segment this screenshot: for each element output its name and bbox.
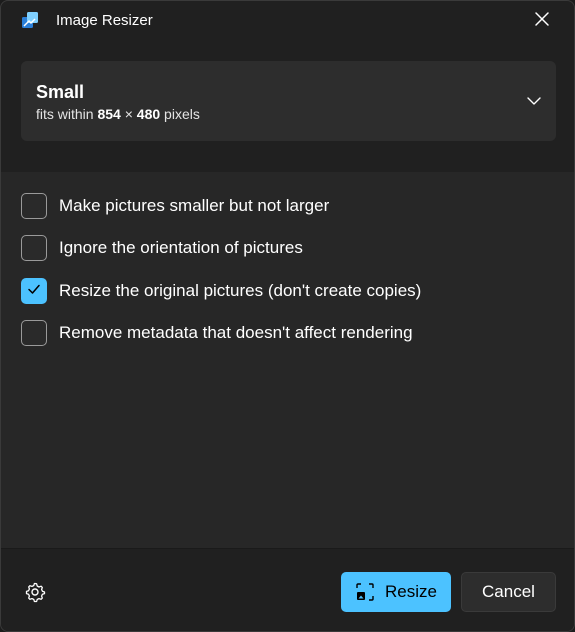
resize-button[interactable]: Resize — [341, 572, 451, 612]
chevron-down-icon — [526, 93, 542, 109]
window-title: Image Resizer — [56, 12, 153, 29]
option-label: Remove metadata that doesn't affect rend… — [59, 323, 413, 342]
option-label: Ignore the orientation of pictures — [59, 238, 303, 257]
checkbox[interactable] — [21, 193, 47, 219]
checkbox[interactable] — [21, 235, 47, 261]
size-selector[interactable]: Small fits within 854 × 480 pixels — [21, 61, 556, 141]
option-label: Resize the original pictures (don't crea… — [59, 281, 422, 300]
checkbox[interactable] — [21, 320, 47, 346]
size-height: 480 — [136, 106, 161, 122]
size-desc-prefix: fits within — [36, 106, 94, 122]
settings-button[interactable] — [23, 580, 47, 604]
size-name: Small — [36, 82, 85, 102]
size-times: × — [124, 106, 133, 122]
cancel-label: Cancel — [482, 582, 535, 601]
size-description: fits within 854 × 480 pixels — [36, 106, 200, 122]
checkmark-icon — [26, 281, 42, 302]
option-smaller-only[interactable]: Make pictures smaller but not larger — [21, 193, 329, 219]
resize-icon — [355, 582, 375, 602]
close-icon — [534, 11, 550, 32]
title-bar: Image Resizer — [1, 1, 574, 41]
close-button[interactable] — [524, 7, 560, 35]
option-resize-original[interactable]: Resize the original pictures (don't crea… — [21, 278, 421, 304]
cancel-button[interactable]: Cancel — [461, 572, 556, 612]
option-label: Make pictures smaller but not larger — [59, 196, 330, 215]
size-width: 854 — [97, 106, 121, 122]
image-resizer-window: Image Resizer Small fits within 854 × 48… — [0, 0, 575, 632]
app-icon — [21, 11, 39, 29]
size-unit: pixels — [164, 106, 200, 122]
gear-icon — [23, 582, 47, 608]
checkbox-checked[interactable] — [21, 278, 47, 304]
option-ignore-orientation[interactable]: Ignore the orientation of pictures — [21, 235, 303, 261]
resize-label: Resize — [385, 582, 437, 601]
option-remove-metadata[interactable]: Remove metadata that doesn't affect rend… — [21, 320, 413, 346]
options-panel: Make pictures smaller but not larger Ign… — [1, 172, 574, 548]
footer: Resize Cancel — [1, 548, 574, 631]
